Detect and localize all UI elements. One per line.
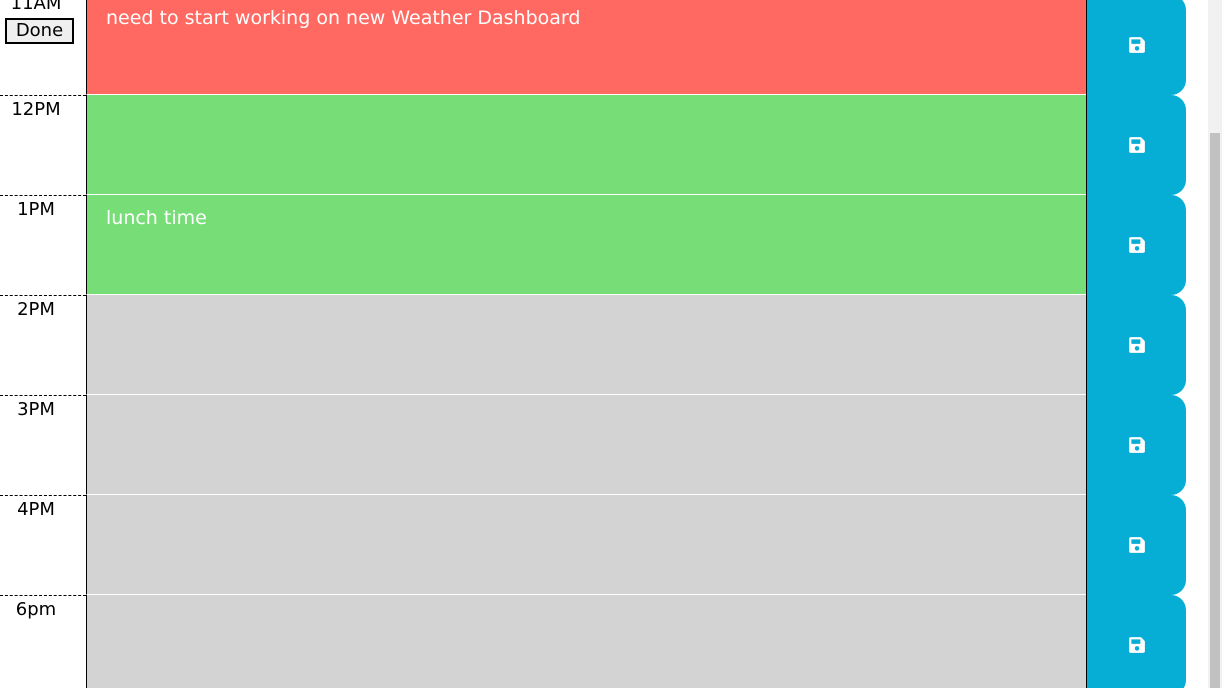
description-textarea[interactable] — [86, 95, 1087, 195]
time-block-3pm: 3PM — [0, 395, 1208, 495]
description-textarea[interactable]: lunch time — [86, 195, 1087, 295]
time-block-4pm: 4PM — [0, 495, 1208, 595]
floppy-disk-icon — [1128, 137, 1145, 153]
day-planner: 11AM Done need to start working on new W… — [0, 0, 1208, 688]
vertical-scrollbar[interactable] — [1208, 0, 1222, 688]
floppy-disk-icon — [1128, 37, 1145, 53]
hour-column: 4PM — [0, 495, 86, 595]
description-textarea[interactable] — [86, 495, 1087, 595]
time-block-12pm: 12PM — [0, 95, 1208, 195]
floppy-disk-icon — [1128, 537, 1145, 553]
description-textarea[interactable] — [86, 595, 1087, 688]
hour-column: 3PM — [0, 395, 86, 495]
scrollbar-thumb[interactable] — [1210, 133, 1220, 688]
description-textarea[interactable] — [86, 295, 1087, 395]
save-button[interactable] — [1086, 0, 1186, 95]
save-button[interactable] — [1086, 195, 1186, 295]
hour-column: 6pm — [0, 595, 86, 688]
hour-column: 11AM Done — [0, 0, 86, 95]
hour-label: 1PM — [17, 199, 55, 220]
time-block-11am: 11AM Done need to start working on new W… — [0, 0, 1208, 95]
time-block-1pm: 1PM lunch time — [0, 195, 1208, 295]
hour-column: 1PM — [0, 195, 86, 295]
description-textarea[interactable]: need to start working on new Weather Das… — [86, 0, 1087, 95]
hour-label: 6pm — [15, 599, 57, 620]
hour-label: 12PM — [11, 99, 61, 120]
hour-column: 12PM — [0, 95, 86, 195]
floppy-disk-icon — [1128, 637, 1145, 653]
done-button[interactable]: Done — [5, 18, 74, 44]
save-button[interactable] — [1086, 295, 1186, 395]
hour-label: 3PM — [17, 399, 55, 420]
hour-column: 2PM — [0, 295, 86, 395]
save-button[interactable] — [1086, 595, 1186, 688]
save-button[interactable] — [1086, 495, 1186, 595]
floppy-disk-icon — [1128, 337, 1145, 353]
floppy-disk-icon — [1128, 237, 1145, 253]
floppy-disk-icon — [1128, 437, 1145, 453]
hour-label: 11AM — [10, 0, 62, 14]
time-block-6pm: 6pm — [0, 595, 1208, 688]
description-textarea[interactable] — [86, 395, 1087, 495]
save-button[interactable] — [1086, 395, 1186, 495]
hour-label: 4PM — [17, 499, 55, 520]
time-block-2pm: 2PM — [0, 295, 1208, 395]
viewport: 11AM Done need to start working on new W… — [0, 0, 1222, 688]
hour-label: 2PM — [17, 299, 55, 320]
save-button[interactable] — [1086, 95, 1186, 195]
